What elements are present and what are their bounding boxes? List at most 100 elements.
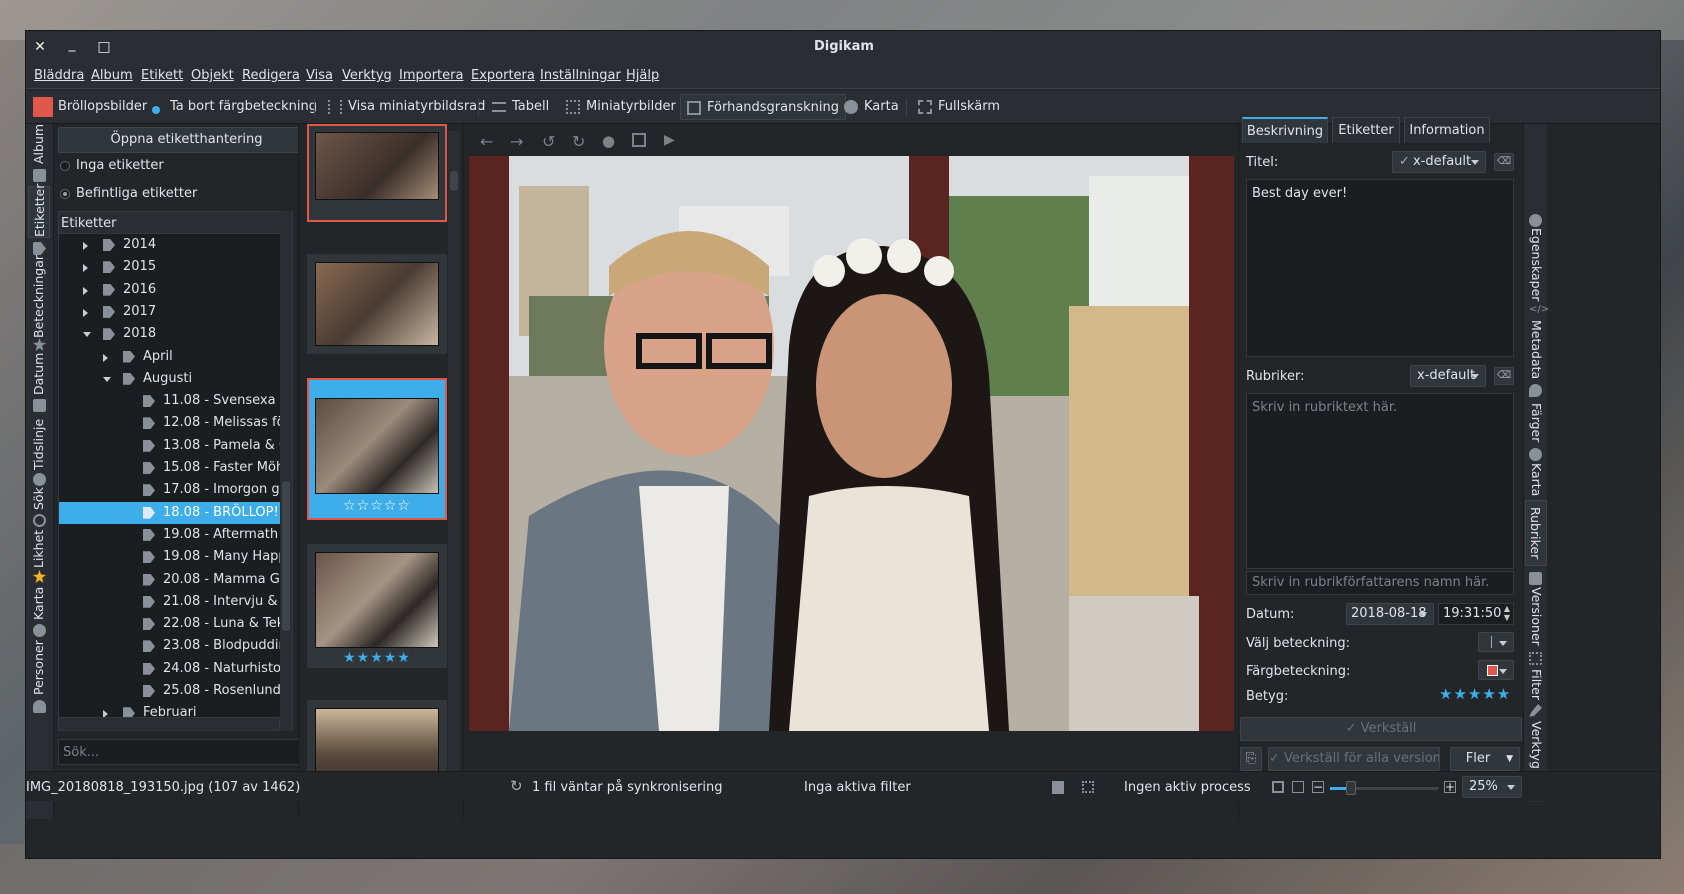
tab-etiketter[interactable]: Etiketter (28, 184, 50, 238)
tab-beteckningar[interactable]: Beteckningar (28, 255, 50, 338)
date-picker[interactable]: 2018-08-18 (1346, 603, 1434, 625)
expand-right-icon[interactable] (83, 308, 88, 317)
menu-objekt[interactable]: Objekt (191, 68, 234, 83)
menu-exportera[interactable]: Exportera (471, 68, 535, 83)
thumbnail-item[interactable]: ★★★★★ (307, 544, 447, 668)
caption-textarea[interactable]: Skriv in rubriktext här. (1246, 393, 1514, 569)
forward-icon[interactable]: → (510, 132, 523, 151)
zoom-100-icon[interactable] (1292, 781, 1304, 793)
zoom-out-icon[interactable]: − (1312, 781, 1324, 793)
tag-tree-row[interactable]: 13.08 - Pamela & Co (59, 435, 292, 457)
menu-visa[interactable]: Visa (306, 68, 333, 83)
tab-tidslinje[interactable]: Tidslinje (28, 414, 50, 474)
tab-karta[interactable]: Karta (28, 586, 50, 620)
tag-tree-row[interactable]: 2017 (59, 301, 292, 323)
map-view-button[interactable]: Karta (838, 94, 899, 120)
expand-right-icon[interactable] (103, 353, 108, 362)
thumbnail-rating[interactable]: ☆☆☆☆☆ (309, 498, 445, 514)
menu-verktyg[interactable]: Verktyg (342, 68, 392, 83)
apply-all-versions-button[interactable]: ✓ Verkställ för alla versioner (1268, 747, 1440, 771)
tag-tree-row[interactable]: 2014 (59, 234, 292, 256)
tag-tree-row[interactable]: 15.08 - Faster Möhip (59, 457, 292, 479)
scrollbar-handle[interactable] (450, 171, 458, 191)
album-label-button[interactable]: Bröllopsbilder (30, 94, 147, 120)
tab-beskrivning[interactable]: Beskrivning (1242, 117, 1328, 143)
rating-stars[interactable]: ★★★★★ (1439, 685, 1511, 703)
thumbnails-view-button[interactable]: Miniatyrbilder (560, 94, 676, 120)
tag-tree-row[interactable]: 22.08 - Luna & Teknis (59, 613, 292, 635)
title-textarea[interactable]: Best day ever! (1246, 179, 1514, 357)
tab-personer[interactable]: Personer (28, 640, 50, 696)
rotate-left-icon[interactable]: ↺ (542, 132, 555, 151)
scrollbar-handle[interactable] (282, 481, 290, 631)
tab-metadata[interactable]: Metadata (1525, 320, 1547, 380)
clear-caption-icon[interactable]: ⌫ (1494, 367, 1514, 385)
tab-likhet[interactable]: Likhet (28, 528, 50, 570)
menu-importera[interactable]: Importera (399, 68, 463, 83)
pick-label-select[interactable] (1478, 632, 1514, 652)
person-icon[interactable]: ● (602, 132, 615, 150)
fit-icon[interactable] (1272, 781, 1284, 793)
process-icon[interactable] (1082, 781, 1094, 793)
menu-installningar[interactable]: Inställningar (540, 68, 621, 83)
caption-language-select[interactable]: x-default (1410, 365, 1486, 387)
tab-album[interactable]: Album (28, 124, 50, 164)
thumbnail-item[interactable] (307, 124, 447, 222)
zoom-in-icon[interactable]: + (1444, 781, 1456, 793)
back-icon[interactable]: ← (480, 132, 493, 151)
menu-etikett[interactable]: Etikett (141, 68, 183, 83)
expand-right-icon[interactable] (83, 286, 88, 295)
tag-search-input[interactable]: Sök... (58, 739, 315, 765)
thumbnail-rating[interactable]: ★★★★★ (309, 650, 445, 666)
fullscreen-button[interactable]: Fullskärm (912, 94, 1000, 120)
play-icon[interactable]: ▶ (664, 132, 675, 148)
tab-egenskaper[interactable]: Egenskaper (1525, 228, 1547, 301)
thumbnail-item-selected[interactable]: ☆☆☆☆☆ (307, 378, 447, 520)
tag-tree-row[interactable]: 20.08 - Mamma Guid (59, 569, 292, 591)
tab-datum[interactable]: Datum (28, 352, 50, 396)
time-input[interactable]: 19:31:50 ▲ ▼ (1438, 603, 1514, 625)
tag-tree-row[interactable]: 2015 (59, 256, 292, 278)
zoom-select[interactable]: 25% (1462, 776, 1522, 798)
title-language-select[interactable]: ✓ x-default (1392, 151, 1486, 173)
tag-tree-scrollbar[interactable] (280, 211, 292, 731)
no-tags-radio[interactable] (60, 161, 70, 171)
show-thumbbar-button[interactable]: Visa miniatyrbildsrad (322, 94, 485, 120)
expand-down-icon[interactable] (83, 332, 91, 338)
open-tag-manager-button[interactable]: Öppna etiketthantering (58, 127, 315, 153)
rotate-right-icon[interactable]: ↻ (572, 132, 585, 151)
tag-tree-row[interactable]: 19.08 - Aftermath (59, 524, 292, 546)
more-button[interactable]: Fler ▼ (1450, 747, 1520, 771)
tab-etiketter-right[interactable]: Etiketter (1332, 117, 1400, 143)
face-tag-icon[interactable] (632, 133, 646, 147)
tag-tree-hscrollbar[interactable] (58, 717, 280, 731)
tab-sok[interactable]: Sök (28, 487, 50, 511)
tab-farger[interactable]: Färger (1525, 400, 1547, 446)
tab-rubriker[interactable]: Rubriker (1525, 500, 1547, 566)
remove-color-button[interactable]: Ta bort färgbeteckning (144, 94, 317, 120)
tab-filter[interactable]: Filter (1525, 666, 1547, 702)
color-label-select[interactable] (1478, 660, 1514, 680)
tag-tree-row[interactable]: 12.08 - Melissas förä (59, 412, 292, 434)
tag-tree-row[interactable]: 17.08 - Imorgon gäll (59, 479, 292, 501)
expand-right-icon[interactable] (83, 242, 88, 250)
tag-tree-row[interactable]: Augusti (59, 368, 292, 390)
preview-view-button[interactable]: Förhandsgranskning (680, 94, 846, 120)
menu-hjaelp[interactable]: Hjälp (626, 68, 659, 83)
zoom-slider[interactable] (1330, 781, 1438, 795)
tag-tree-row[interactable]: 19.08 - Many Happy (59, 546, 292, 568)
tag-tree-row[interactable]: 21.08 - Intervju & Ska (59, 591, 292, 613)
menu-album[interactable]: Album (91, 68, 133, 83)
revert-icon[interactable]: ⎘ (1240, 747, 1262, 771)
expand-down-icon[interactable] (103, 376, 111, 382)
thumbnail-item[interactable] (307, 254, 447, 354)
existing-tags-radio[interactable] (60, 189, 70, 199)
spin-icon[interactable]: ▲ ▼ (1504, 604, 1510, 622)
menu-redigera[interactable]: Redigera (242, 68, 300, 83)
table-view-button[interactable]: Tabell (486, 94, 549, 120)
thumbnail-scrollbar[interactable] (448, 131, 460, 771)
tag-tree-row[interactable]: April (59, 346, 292, 368)
caption-author-input[interactable]: Skriv in rubrikförfattarens namn här. (1246, 571, 1514, 595)
expand-right-icon[interactable] (83, 264, 88, 273)
clear-title-icon[interactable]: ⌫ (1494, 153, 1514, 171)
